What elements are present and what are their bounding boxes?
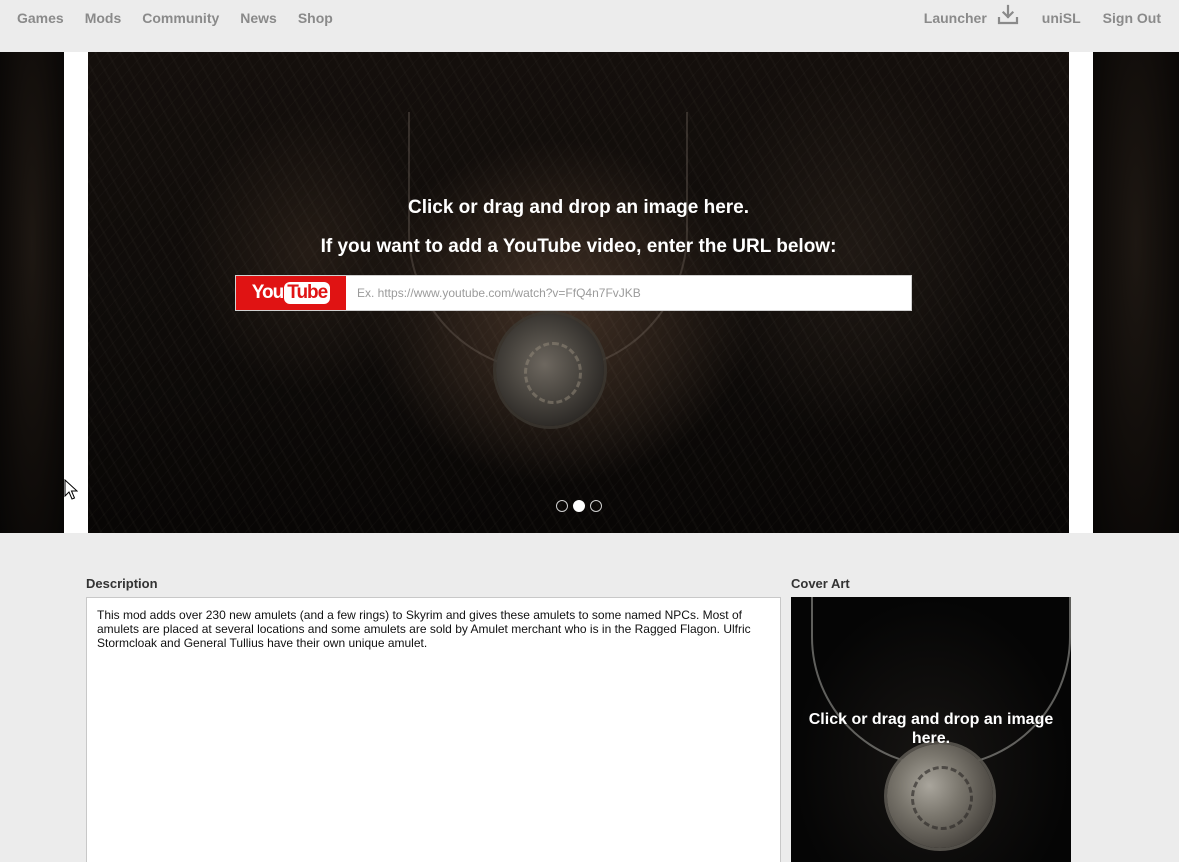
youtube-instruction: If you want to add a YouTube video, ente… bbox=[320, 236, 837, 257]
nav-launcher[interactable]: Launcher bbox=[924, 10, 987, 26]
top-nav: Games Mods Community News Shop Launcher … bbox=[0, 0, 1179, 52]
description-label: Description bbox=[86, 576, 158, 591]
mouse-cursor-icon bbox=[64, 479, 78, 500]
nav-right: Launcher uniSL Sign Out bbox=[924, 4, 1161, 26]
cover-art-label: Cover Art bbox=[791, 576, 850, 591]
slider-dot-1[interactable] bbox=[556, 500, 568, 512]
description-textarea[interactable]: This mod adds over 230 new amulets (and … bbox=[86, 597, 781, 862]
youtube-url-bar: You Tube bbox=[235, 275, 912, 311]
slide-next[interactable] bbox=[1093, 52, 1179, 533]
nav-signout[interactable]: Sign Out bbox=[1103, 10, 1161, 26]
image-drop-instruction: Click or drag and drop an image here. bbox=[407, 197, 750, 218]
slider-dot-3[interactable] bbox=[590, 500, 602, 512]
download-icon[interactable] bbox=[997, 4, 1019, 26]
nav-mods[interactable]: Mods bbox=[85, 10, 122, 26]
youtube-logo-tube: Tube bbox=[284, 282, 331, 304]
cover-art-drop-instruction: Click or drag and drop an image here. bbox=[808, 711, 1054, 747]
nav-games[interactable]: Games bbox=[17, 10, 64, 26]
nav-left: Games Mods Community News Shop bbox=[17, 10, 354, 26]
slider-dot-2[interactable] bbox=[573, 500, 585, 512]
slider-dots bbox=[556, 500, 602, 512]
nav-user[interactable]: uniSL bbox=[1042, 10, 1081, 26]
amulet-medallion-image bbox=[496, 314, 604, 426]
slide-previous[interactable] bbox=[0, 52, 64, 533]
nav-news[interactable]: News bbox=[240, 10, 277, 26]
youtube-logo-icon: You Tube bbox=[236, 276, 346, 310]
nav-community[interactable]: Community bbox=[142, 10, 219, 26]
youtube-logo-you: You bbox=[251, 282, 285, 303]
nav-shop[interactable]: Shop bbox=[298, 10, 333, 26]
youtube-url-input[interactable] bbox=[346, 276, 911, 310]
cover-amulet-medallion-image bbox=[887, 744, 993, 848]
